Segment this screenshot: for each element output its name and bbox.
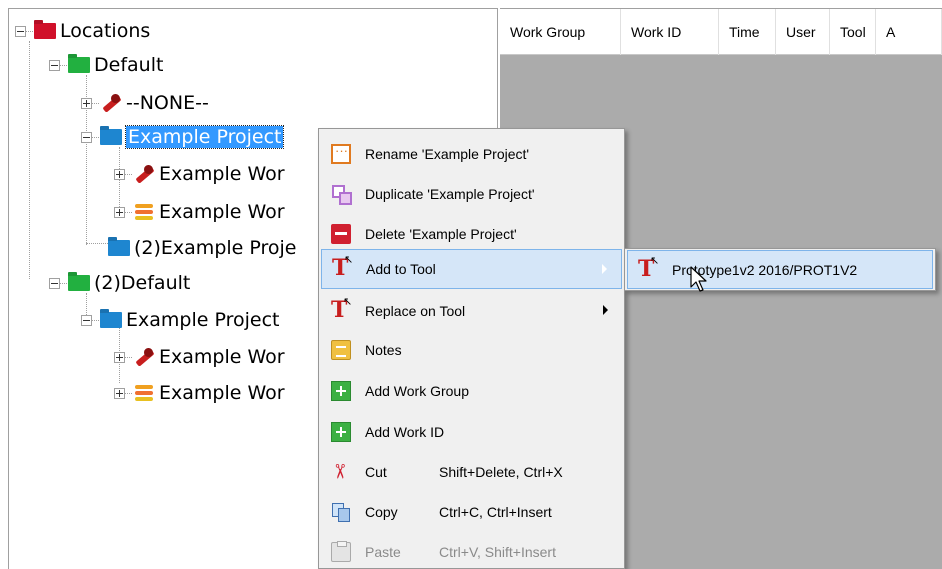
rename-icon [331, 143, 351, 164]
expand-icon[interactable] [81, 97, 92, 109]
folder-red-icon [34, 23, 56, 39]
column-header-work-id[interactable]: Work ID [621, 9, 719, 55]
menu-item-rename[interactable]: Rename 'Example Project' [321, 134, 622, 174]
menu-item-add-work-id[interactable]: Add Work ID [321, 412, 622, 452]
tree-item-example-work-group-2[interactable]: Example Wor [114, 378, 285, 408]
column-header-user[interactable]: User [776, 9, 830, 55]
menu-item-replace-on-tool[interactable]: Replace on Tool [321, 291, 622, 331]
submenu-arrow-icon [602, 264, 607, 274]
context-menu: Rename 'Example Project' Duplicate 'Exam… [318, 128, 625, 569]
menu-item-shortcut: Ctrl+V, Shift+Insert [439, 544, 556, 560]
stack-icon [133, 203, 155, 221]
wrench-icon [133, 347, 155, 367]
duplicate-icon [331, 184, 352, 205]
folder-blue-icon [100, 129, 122, 145]
column-header-work-group[interactable]: Work Group [500, 9, 621, 55]
menu-item-notes[interactable]: Notes [321, 330, 622, 370]
expand-icon[interactable] [114, 387, 125, 399]
grid-header: Work Group Work ID Time User Tool A [500, 9, 942, 55]
column-header-tool[interactable]: Tool [830, 9, 876, 55]
folder-green-icon [68, 275, 90, 291]
tree-item-locations[interactable]: Locations [15, 16, 150, 46]
folder-blue-icon [108, 240, 130, 256]
stack-icon [133, 384, 155, 402]
menu-item-cut[interactable]: Cut Shift+Delete, Ctrl+X [321, 452, 622, 492]
collapse-icon[interactable] [81, 131, 92, 143]
tree-item-label: Example Wor [159, 382, 285, 404]
menu-item-label: Paste [365, 544, 401, 560]
tree-item-default-2[interactable]: (2)Default [49, 268, 190, 298]
menu-item-copy[interactable]: Copy Ctrl+C, Ctrl+Insert [321, 492, 622, 532]
add-icon [331, 381, 351, 401]
tree-item-label-selected: Example Project [124, 125, 285, 149]
tree-item-example-project-3[interactable]: Example Project [81, 305, 279, 335]
menu-item-label: Add Work ID [365, 424, 445, 440]
tool-icon [638, 254, 659, 282]
menu-item-label: Rename 'Example Project' [365, 146, 530, 162]
tree-item-label: Example Project [126, 309, 280, 331]
notes-icon [331, 340, 351, 360]
menu-item-add-work-group[interactable]: Add Work Group [321, 371, 622, 411]
wrench-icon [133, 164, 155, 184]
collapse-icon[interactable] [81, 314, 92, 326]
tree-item-label: Example Wor [159, 163, 285, 185]
tree-item-default[interactable]: Default [49, 50, 163, 80]
tree-item-label: Example Wor [159, 346, 285, 368]
tree-item-label: Example Wor [159, 201, 285, 223]
tree-connector [29, 41, 30, 279]
collapse-icon[interactable] [49, 277, 60, 289]
menu-item-add-to-tool[interactable]: Add to Tool [321, 249, 622, 289]
tree-item-label: --NONE-- [126, 92, 209, 114]
delete-icon [331, 224, 351, 244]
menu-item-shortcut: Shift+Delete, Ctrl+X [439, 464, 563, 480]
menu-item-label: Add Work Group [365, 383, 470, 399]
tree-item-label: (2)Example Proje [134, 237, 297, 259]
tool-icon [332, 253, 353, 281]
menu-item-delete[interactable]: Delete 'Example Project' [321, 214, 622, 254]
folder-blue-icon [100, 312, 122, 328]
tree-item-none[interactable]: --NONE-- [81, 88, 209, 118]
menu-item-label: Copy [365, 504, 398, 520]
menu-item-label: Notes [365, 342, 402, 358]
tree-item-example-work-group[interactable]: Example Wor [114, 197, 285, 227]
tree-item-example-work-id-2[interactable]: Example Wor [114, 342, 285, 372]
add-icon [331, 422, 351, 442]
column-header-time[interactable]: Time [719, 9, 776, 55]
expand-icon[interactable] [114, 168, 125, 180]
scissors-icon [331, 462, 351, 482]
menu-item-label: Cut [365, 464, 387, 480]
tree-item-label: (2)Default [94, 272, 191, 294]
submenu-item-prototype[interactable]: Prototype1v2 2016/PROT1V2 [627, 250, 933, 289]
folder-green-icon [68, 57, 90, 73]
menu-item-label: Duplicate 'Example Project' [365, 186, 535, 202]
expand-icon[interactable] [114, 206, 125, 218]
submenu-arrow-icon [603, 305, 608, 315]
tree-item-label: Default [94, 54, 164, 76]
tree-item-example-work-id[interactable]: Example Wor [114, 159, 285, 189]
tree-item-label: Locations [60, 20, 151, 42]
mouse-cursor-icon [690, 266, 707, 292]
menu-item-duplicate[interactable]: Duplicate 'Example Project' [321, 174, 622, 214]
paste-icon [331, 541, 351, 562]
menu-item-paste: Paste Ctrl+V, Shift+Insert [321, 532, 622, 569]
collapse-icon[interactable] [49, 59, 60, 71]
menu-item-label: Replace on Tool [365, 303, 466, 319]
tree-item-example-project-2[interactable]: (2)Example Proje [107, 233, 297, 263]
copy-icon [331, 502, 351, 522]
add-to-tool-submenu: Prototype1v2 2016/PROT1V2 [624, 248, 936, 291]
column-header-a[interactable]: A [876, 9, 942, 55]
tree-item-example-project[interactable]: Example Project [81, 122, 285, 152]
wrench-icon [100, 93, 122, 113]
tool-icon [331, 295, 352, 323]
expand-icon[interactable] [114, 351, 125, 363]
menu-item-label: Add to Tool [366, 261, 436, 277]
collapse-icon[interactable] [15, 25, 26, 37]
menu-item-shortcut: Ctrl+C, Ctrl+Insert [439, 504, 552, 520]
menu-item-label: Delete 'Example Project' [365, 226, 517, 242]
